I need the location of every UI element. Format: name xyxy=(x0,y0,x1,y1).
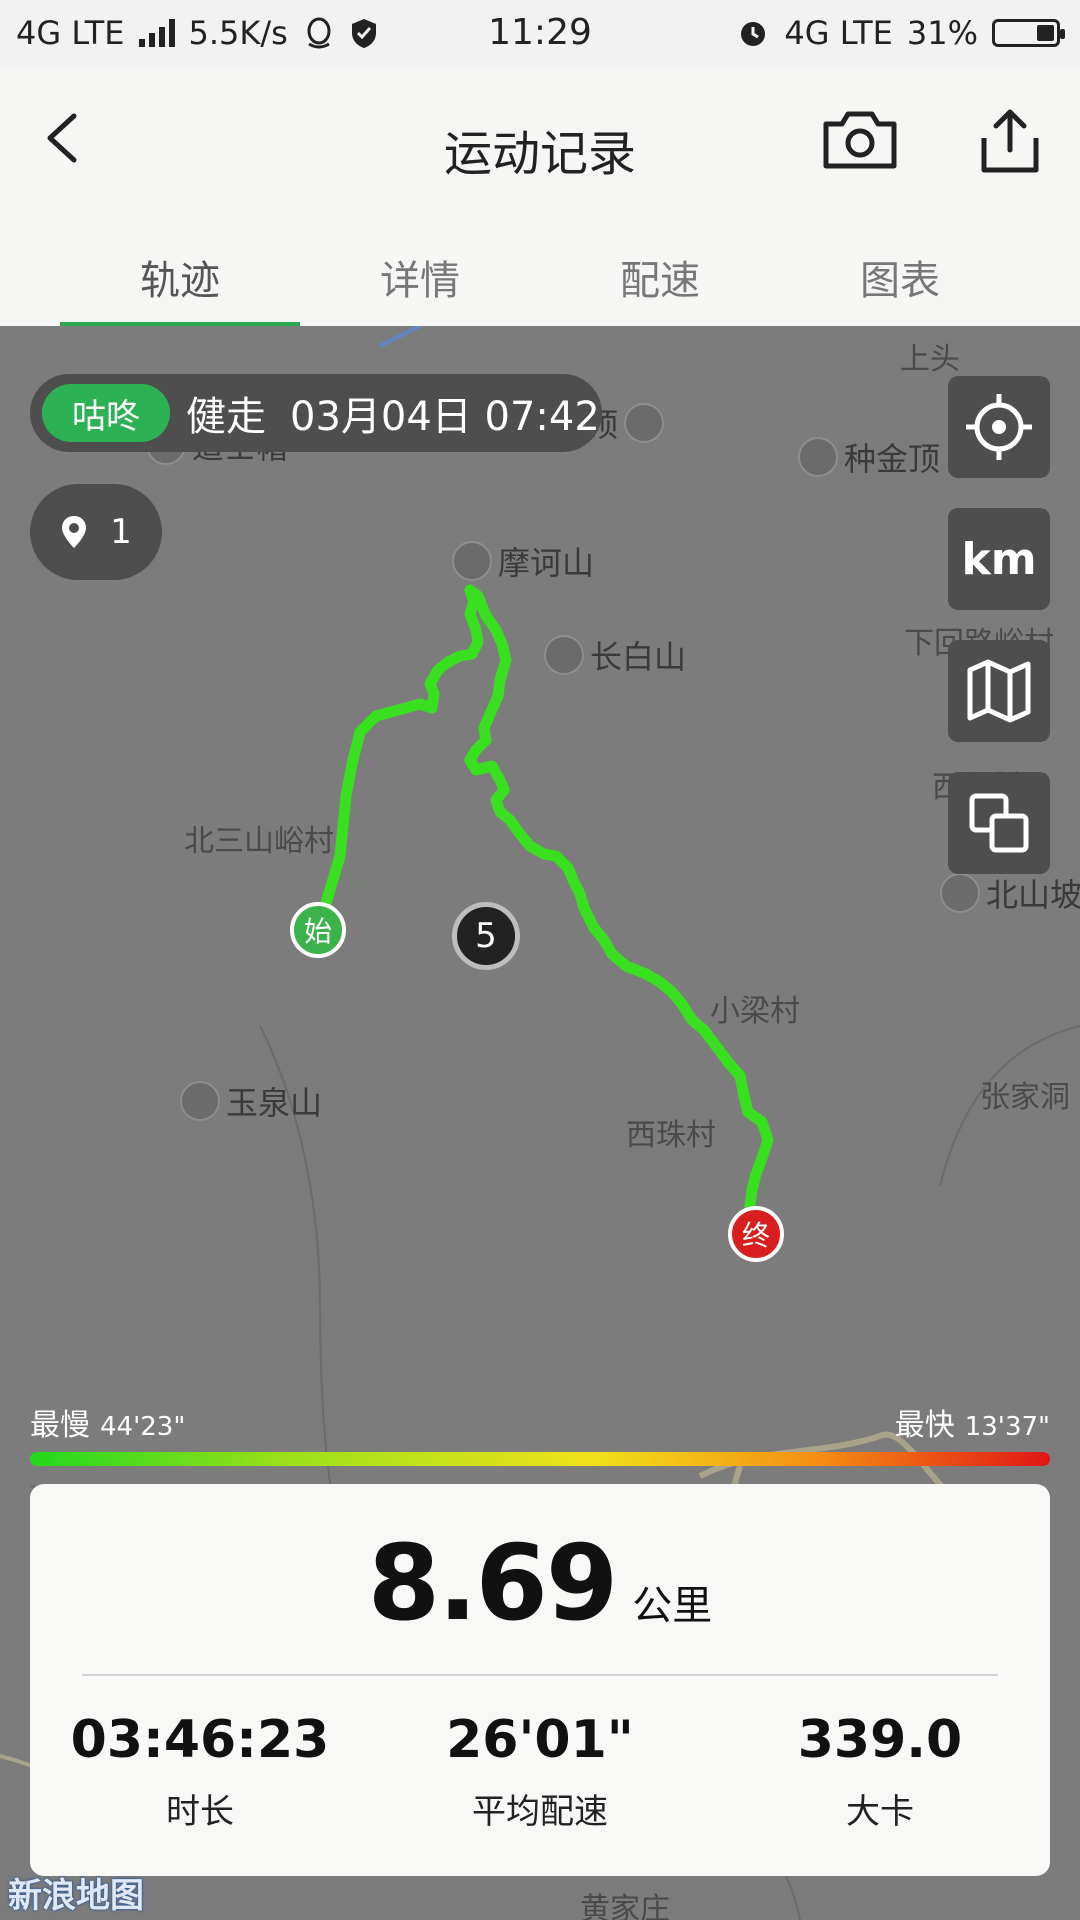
start-marker: 始 xyxy=(290,902,346,958)
watermark: 新浪地图 xyxy=(8,1876,144,1916)
tab-bar: 轨迹 详情 配速 图表 xyxy=(0,216,1080,326)
km-marker: 5 xyxy=(452,902,520,970)
mountain-icon xyxy=(940,873,980,913)
tab-track[interactable]: 轨迹 xyxy=(60,216,300,326)
crosshair-icon xyxy=(966,394,1032,460)
locate-button[interactable] xyxy=(948,376,1050,478)
battery-icon xyxy=(992,19,1065,47)
divider xyxy=(82,1674,998,1676)
mountain-icon xyxy=(624,403,665,443)
avg-pace-value: 26'01" xyxy=(446,1710,634,1770)
map-place: 种金顶 xyxy=(798,434,940,480)
photo-pin-button[interactable]: 1 xyxy=(30,484,162,580)
map-view[interactable]: 道士帽 劈尖顶 种金顶 摩诃山 长白山 下回路峪村 西峪村 北三山峪村 北山坡 … xyxy=(0,326,1080,1920)
mountain-icon xyxy=(452,541,492,581)
location-pin-icon xyxy=(62,516,87,548)
alarm-icon xyxy=(741,22,766,46)
avg-pace-label: 平均配速 xyxy=(472,1792,608,1832)
map-type-button[interactable] xyxy=(948,640,1050,742)
battery-fill xyxy=(1037,25,1054,41)
network-right: 4G LTE xyxy=(784,14,893,52)
calories-label: 大卡 xyxy=(846,1792,914,1832)
camera-icon[interactable] xyxy=(820,110,900,170)
mountain-icon xyxy=(798,437,838,477)
pace-gradient-bar xyxy=(30,1452,1050,1466)
unit-toggle-button[interactable]: km xyxy=(948,508,1050,610)
map-place: 北山坡 xyxy=(940,870,1080,916)
distance-unit: 公里 xyxy=(632,1583,713,1629)
mountain-icon xyxy=(544,635,584,675)
calories-value: 339.0 xyxy=(797,1710,963,1770)
fastest-pace: 最快 13'37" xyxy=(894,1408,1050,1443)
map-place: 小梁村 xyxy=(710,994,800,1029)
tab-pace[interactable]: 配速 xyxy=(540,216,780,326)
layers-button[interactable] xyxy=(948,772,1050,874)
map-place: 玉泉山 xyxy=(180,1078,322,1124)
mountain-icon xyxy=(180,1081,220,1121)
layers-icon xyxy=(969,793,1029,853)
activity-info-pill: 咕咚 健走 03月04日 07:42 xyxy=(30,374,602,452)
duration-value: 03:46:23 xyxy=(70,1710,330,1770)
app-header: 运动记录 xyxy=(0,68,1080,216)
summary-card: 8.69 公里 03:46:23 时长 26'01" 平均配速 339.0 大卡 xyxy=(30,1484,1050,1876)
map-place: 西珠村 xyxy=(626,1118,716,1153)
duration-label: 时长 xyxy=(166,1792,234,1832)
page-title: 运动记录 xyxy=(443,126,636,182)
avg-pace-stat: 26'01" 平均配速 xyxy=(390,1710,690,1833)
brand-chip: 咕咚 xyxy=(42,384,170,442)
distance-value: 8.69 xyxy=(367,1522,619,1644)
duration-stat: 03:46:23 时长 xyxy=(50,1710,350,1833)
map-place: 北三山峪村 xyxy=(184,824,334,859)
sport-type: 健走 xyxy=(186,394,266,440)
status-bar: 4G LTE 5.5K/s 11:29 4G LTE 31% xyxy=(0,0,1080,68)
share-icon[interactable] xyxy=(978,106,1042,174)
tab-chart[interactable]: 图表 xyxy=(780,216,1020,326)
map-place: 摩诃山 xyxy=(452,538,594,584)
map-place: 长白山 xyxy=(544,632,686,678)
map-place: 张家洞 xyxy=(980,1080,1070,1115)
calories-stat: 339.0 大卡 xyxy=(730,1710,1030,1833)
map-place: 上头 xyxy=(900,342,960,377)
end-marker: 终 xyxy=(728,1206,784,1262)
slowest-pace: 最慢 44'23" xyxy=(30,1408,186,1443)
tab-details[interactable]: 详情 xyxy=(300,216,540,326)
distance: 8.69 公里 xyxy=(30,1522,1050,1644)
map-fold-icon xyxy=(967,659,1031,723)
battery-percent: 31% xyxy=(906,14,978,52)
pin-count: 1 xyxy=(110,512,132,552)
map-place: 黄家庄 xyxy=(580,1892,670,1920)
activity-date: 03月04日 07:42 xyxy=(290,394,600,440)
